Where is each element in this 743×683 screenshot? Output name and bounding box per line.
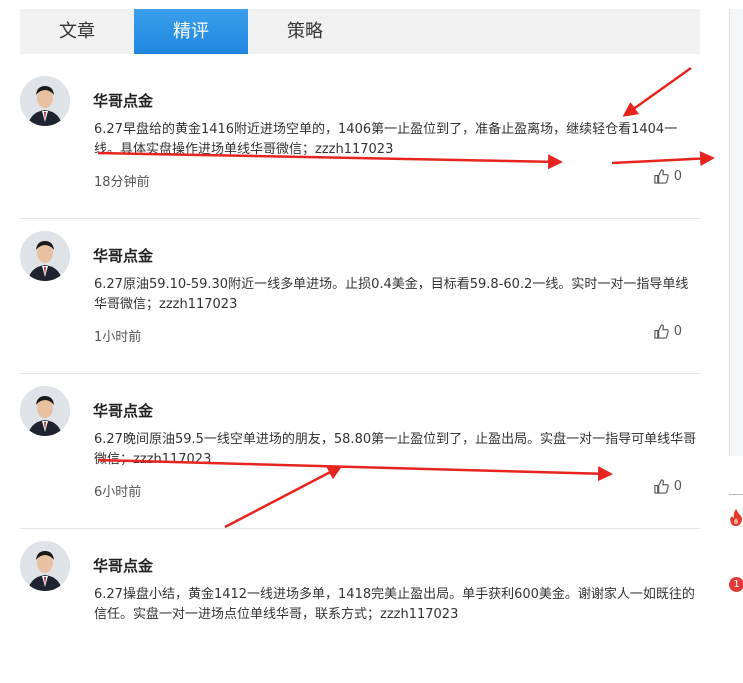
- author-name[interactable]: 华哥点金: [93, 555, 153, 576]
- tab-articles[interactable]: 文章: [20, 9, 134, 54]
- post-item: 华哥点金 6.27原油59.10-59.30附近一线多单进场。止损0.4美金，目…: [20, 218, 700, 374]
- author-name[interactable]: 华哥点金: [93, 90, 153, 111]
- side-divider: [729, 494, 743, 495]
- notification-badge: 1: [729, 577, 743, 592]
- avatar[interactable]: [20, 386, 70, 436]
- post-item: 华哥点金 6.27早盘给的黄金1416附近进场空单的，1406第一止盈位到了，准…: [20, 63, 700, 219]
- tab-reviews[interactable]: 精评: [134, 9, 248, 54]
- avatar[interactable]: [20, 76, 70, 126]
- avatar[interactable]: [20, 541, 70, 591]
- like-count: 0: [673, 169, 682, 184]
- post-text: 6.27操盘小结，黄金1412一线进场多单，1418完美止盈出局。单手获利600…: [94, 587, 695, 622]
- post-time: 18分钟前: [94, 175, 150, 190]
- like-button[interactable]: 0: [654, 169, 682, 184]
- side-panel: [729, 9, 743, 456]
- like-count: 0: [673, 324, 682, 339]
- tab-bar: 文章 精评 策略: [20, 9, 700, 54]
- fire-icon: [729, 508, 743, 530]
- author-name[interactable]: 华哥点金: [93, 245, 153, 266]
- thumbs-up-icon: [654, 169, 669, 184]
- post-item: 华哥点金 6.27操盘小结，黄金1412一线进场多单，1418完美止盈出局。单手…: [20, 528, 700, 683]
- post-text: 6.27原油59.10-59.30附近一线多单进场。止损0.4美金，目标看59.…: [94, 277, 689, 312]
- like-button[interactable]: 0: [654, 324, 682, 339]
- post-text: 6.27早盘给的黄金1416附近进场空单的，1406第一止盈位到了，准备止盈离场…: [94, 122, 678, 157]
- like-button[interactable]: 0: [654, 479, 682, 494]
- thumbs-up-icon: [654, 324, 669, 339]
- post-time: 6小时前: [94, 485, 142, 500]
- like-count: 0: [673, 479, 682, 494]
- post-text: 6.27晚间原油59.5一线空单进场的朋友，58.80第一止盈位到了，止盈出局。…: [94, 432, 697, 467]
- author-name[interactable]: 华哥点金: [93, 400, 153, 421]
- thumbs-up-icon: [654, 479, 669, 494]
- post-item: 华哥点金 6.27晚间原油59.5一线空单进场的朋友，58.80第一止盈位到了，…: [20, 373, 700, 529]
- tab-strategy[interactable]: 策略: [248, 9, 362, 54]
- avatar[interactable]: [20, 231, 70, 281]
- post-time: 1小时前: [94, 330, 142, 345]
